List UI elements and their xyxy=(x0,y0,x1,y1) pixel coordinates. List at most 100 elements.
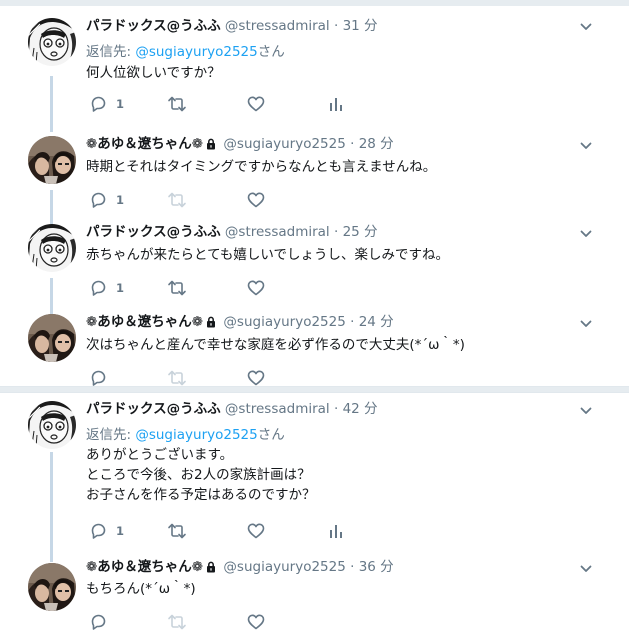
chevron-down-icon[interactable] xyxy=(579,20,593,34)
chevron-down-icon[interactable] xyxy=(579,317,593,331)
timestamp[interactable]: 25 分 xyxy=(343,224,378,240)
avatar[interactable] xyxy=(28,18,76,66)
reply-context: 返信先: @sugiayuryo2525さん xyxy=(86,40,285,60)
reply-button[interactable]: 1 xyxy=(88,94,124,114)
chevron-down-icon[interactable] xyxy=(579,139,593,153)
timestamp[interactable]: 24 分 xyxy=(359,314,394,330)
tweet-text: 次はちゃんと産んで幸せな家庭を必ず作るので大丈夫(*´ω｀*) xyxy=(86,337,465,353)
reply-button[interactable] xyxy=(88,368,108,388)
tweet-text-line: ところで今後、お2人の家族計画は？ xyxy=(86,467,311,483)
like-button[interactable] xyxy=(246,612,266,632)
retweet-button xyxy=(166,612,188,632)
retweet-icon xyxy=(166,94,188,114)
reply-context: 返信先: @sugiayuryo2525さん xyxy=(86,423,285,443)
retweet-button[interactable] xyxy=(166,521,188,541)
avatar[interactable] xyxy=(28,224,76,272)
retweet-button xyxy=(166,368,188,388)
reply-button[interactable]: 1 xyxy=(88,190,124,210)
heart-icon xyxy=(246,278,266,298)
tweet-header: ❁あゆ＆遼ちゃん❁ @sugiayuryo2525 · 24 分 xyxy=(86,313,394,331)
user-handle[interactable]: @sugiayuryo2525 xyxy=(223,314,345,330)
display-name[interactable]: ❁あゆ＆遼ちゃん❁ xyxy=(86,136,203,152)
tweet-header: パラドックス@うふふ @stressadmiral · 42 分 xyxy=(86,400,378,418)
reply-prefix: 返信先: xyxy=(86,44,136,60)
user-handle[interactable]: @stressadmiral xyxy=(225,401,330,417)
reply-icon xyxy=(88,190,108,210)
display-name[interactable]: ❁あゆ＆遼ちゃん❁ xyxy=(86,314,203,330)
reply-suffix: さん xyxy=(257,427,285,443)
chevron-down-icon[interactable] xyxy=(579,227,593,241)
timestamp[interactable]: 42 分 xyxy=(343,401,378,417)
display-name[interactable]: ❁あゆ＆遼ちゃん❁ xyxy=(86,559,203,575)
reply-count: 1 xyxy=(116,97,125,111)
tweet-text: もちろん(*´ω｀*) xyxy=(86,581,196,597)
user-handle[interactable]: @sugiayuryo2525 xyxy=(223,136,345,152)
tweet-actions: 1 xyxy=(88,278,388,298)
user-handle[interactable]: @sugiayuryo2525 xyxy=(223,559,345,575)
analytics-button[interactable] xyxy=(326,521,346,541)
thread-connector-line xyxy=(50,190,53,224)
reply-icon xyxy=(88,612,108,632)
chevron-down-icon[interactable] xyxy=(579,562,593,576)
reply-count: 1 xyxy=(116,281,125,295)
timestamp[interactable]: 31 分 xyxy=(343,18,378,34)
reply-count: 1 xyxy=(116,193,125,207)
reply-mention-link[interactable]: @sugiayuryo2525 xyxy=(135,44,257,60)
like-button[interactable] xyxy=(246,190,266,210)
conversation-card-1: パラドックス@うふふ @stressadmiral · 31 分 返信先: @s… xyxy=(0,6,629,386)
reply-suffix: さん xyxy=(257,44,285,60)
like-button[interactable] xyxy=(246,368,266,388)
retweet-icon xyxy=(166,190,188,210)
tweet-text: 何人位欲しいですか？ xyxy=(86,65,221,81)
tweet-text-line: お子さんを作る予定はあるのですか？ xyxy=(86,487,316,503)
chevron-down-icon[interactable] xyxy=(579,404,593,418)
tweet-header: ❁あゆ＆遼ちゃん❁ @sugiayuryo2525 · 28 分 xyxy=(86,135,394,153)
display-name[interactable]: パラドックス@うふふ xyxy=(86,224,221,240)
separator-dot: · xyxy=(350,136,355,152)
tweet-header: ❁あゆ＆遼ちゃん❁ @sugiayuryo2525 · 36 分 xyxy=(86,558,394,576)
lock-icon xyxy=(205,316,217,328)
reply-button[interactable]: 1 xyxy=(88,278,124,298)
analytics-button[interactable] xyxy=(326,94,346,114)
conversation-card-2: パラドックス@うふふ @stressadmiral · 42 分 返信先: @s… xyxy=(0,393,629,643)
avatar[interactable] xyxy=(28,401,76,449)
reply-prefix: 返信先: xyxy=(86,427,136,443)
retweet-icon xyxy=(166,368,188,388)
retweet-icon xyxy=(166,278,188,298)
thread-connector-line xyxy=(50,278,53,314)
like-button[interactable] xyxy=(246,94,266,114)
reply-mention-link[interactable]: @sugiayuryo2525 xyxy=(135,427,257,443)
tweet-header: パラドックス@うふふ @stressadmiral · 31 分 xyxy=(86,17,378,35)
like-button[interactable] xyxy=(246,521,266,541)
timestamp[interactable]: 36 分 xyxy=(359,559,394,575)
separator-dot: · xyxy=(350,314,355,330)
display-name[interactable]: パラドックス@うふふ xyxy=(86,18,221,34)
tweet-text-line: ありがとうございます。 xyxy=(86,447,234,463)
separator-dot: · xyxy=(350,559,355,575)
like-button[interactable] xyxy=(246,278,266,298)
tweet-actions: 1 xyxy=(88,94,388,114)
retweet-button[interactable] xyxy=(166,278,188,298)
tweet-actions: 1 xyxy=(88,521,388,541)
reply-button[interactable]: 1 xyxy=(88,521,124,541)
user-handle[interactable]: @stressadmiral xyxy=(225,224,330,240)
avatar[interactable] xyxy=(28,563,76,611)
avatar[interactable] xyxy=(28,136,76,184)
heart-icon xyxy=(246,368,266,388)
heart-icon xyxy=(246,612,266,632)
separator-dot: · xyxy=(333,401,339,417)
display-name[interactable]: パラドックス@うふふ xyxy=(86,401,221,417)
retweet-button[interactable] xyxy=(166,94,188,114)
timestamp[interactable]: 28 分 xyxy=(359,136,394,152)
separator-dot: · xyxy=(333,224,339,240)
reply-button[interactable] xyxy=(88,612,108,632)
user-handle[interactable]: @stressadmiral xyxy=(225,18,330,34)
reply-icon xyxy=(88,278,108,298)
reply-icon xyxy=(88,521,108,541)
reply-icon xyxy=(88,368,108,388)
tweet-actions xyxy=(88,368,388,388)
analytics-icon xyxy=(326,521,346,541)
tweet-actions: 1 xyxy=(88,190,388,210)
avatar[interactable] xyxy=(28,314,76,362)
retweet-icon xyxy=(166,612,188,632)
